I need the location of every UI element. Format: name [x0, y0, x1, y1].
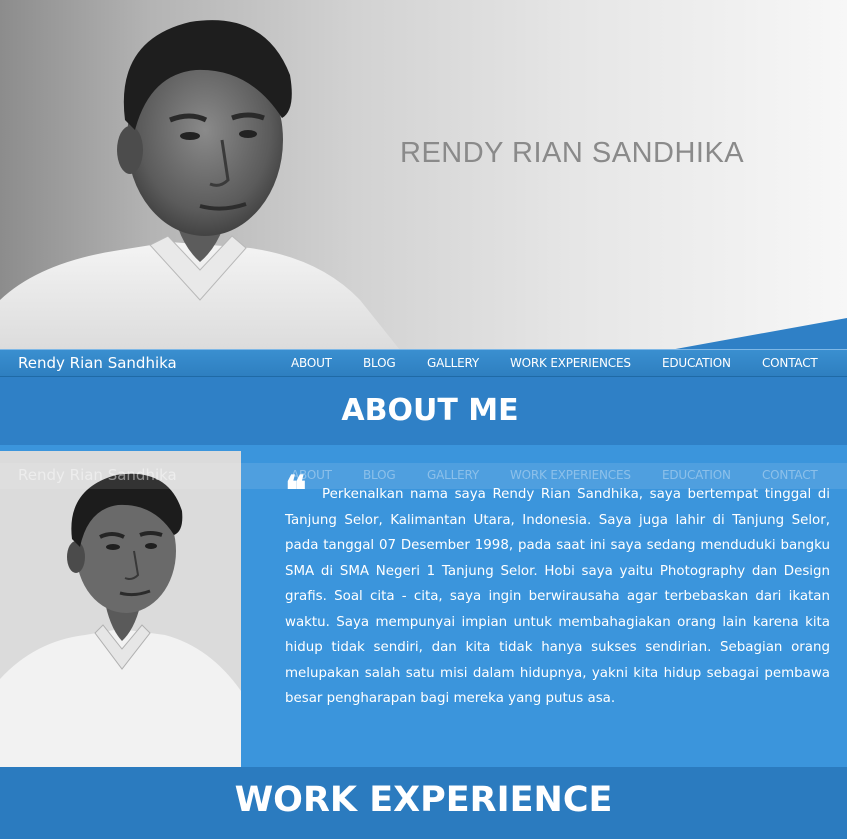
navbar: Rendy Rian Sandhika ABOUT BLOG GALLERY W…: [0, 349, 847, 377]
ghost-nav-item-contact: CONTACT: [762, 468, 818, 482]
about-description: Perkenalkan nama saya Rendy Rian Sandhik…: [285, 487, 830, 706]
about-title: ABOUT ME: [341, 393, 519, 428]
ghost-nav-item-work-experiences: WORK EXPERIENCES: [510, 468, 631, 482]
work-title: WORK EXPERIENCE: [234, 780, 613, 820]
nav-brand[interactable]: Rendy Rian Sandhika: [18, 354, 177, 372]
ghost-nav-item-education: EDUCATION: [662, 468, 731, 482]
ghost-nav-brand: Rendy Rian Sandhika: [18, 466, 177, 484]
nav-item-blog[interactable]: BLOG: [363, 356, 396, 370]
about-section: Rendy Rian Sandhika ABOUT BLOG GALLERY W…: [0, 445, 847, 767]
nav-item-work-experiences[interactable]: WORK EXPERIENCES: [510, 356, 631, 370]
hero-banner: RENDY RIAN SANDHIKA: [0, 0, 847, 350]
work-section-header: WORK EXPERIENCE: [0, 767, 847, 839]
nav-item-about[interactable]: ABOUT: [291, 356, 332, 370]
ghost-nav-item-gallery: GALLERY: [427, 468, 479, 482]
ghost-nav-item-blog: BLOG: [363, 468, 396, 482]
about-portrait-photo: [0, 451, 241, 767]
hero-blue-wedge: [670, 318, 847, 350]
nav-item-education[interactable]: EDUCATION: [662, 356, 731, 370]
nav-item-contact[interactable]: CONTACT: [762, 356, 818, 370]
about-section-header: ABOUT ME: [0, 377, 847, 445]
nav-item-gallery[interactable]: GALLERY: [427, 356, 479, 370]
